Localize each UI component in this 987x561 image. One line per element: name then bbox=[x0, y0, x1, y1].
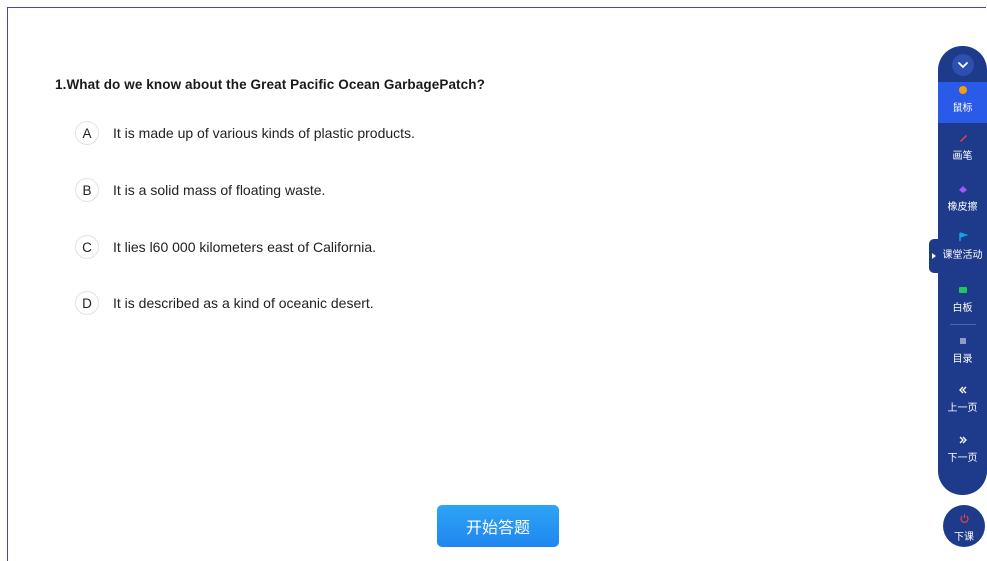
eraser-icon bbox=[938, 184, 987, 196]
tool-catalog[interactable]: 目录 bbox=[938, 336, 987, 365]
flag-icon bbox=[938, 232, 987, 244]
option-letter: D bbox=[75, 291, 99, 315]
end-class-label: 下课 bbox=[954, 532, 974, 543]
whiteboard-icon bbox=[938, 285, 987, 297]
option-text: It is described as a kind of oceanic des… bbox=[113, 295, 374, 311]
option-text: It is made up of various kinds of plasti… bbox=[113, 125, 415, 141]
option-letter: B bbox=[75, 178, 99, 202]
double-chevron-left-icon bbox=[938, 385, 987, 397]
tool-label: 上一页 bbox=[947, 403, 978, 414]
tool-next-page[interactable]: 下一页 bbox=[938, 435, 987, 464]
end-class-button[interactable]: 下课 bbox=[943, 505, 985, 547]
start-answer-button[interactable]: 开始答题 bbox=[437, 505, 559, 547]
option-text: It is a solid mass of floating waste. bbox=[113, 182, 326, 198]
caret-right-icon bbox=[932, 253, 936, 259]
option-b[interactable]: B It is a solid mass of floating waste. bbox=[75, 177, 325, 203]
tool-label: 橡皮擦 bbox=[947, 202, 978, 213]
option-c[interactable]: C It lies l60 000 kilometers east of Cal… bbox=[75, 234, 376, 260]
option-letter: C bbox=[75, 235, 99, 259]
double-chevron-right-icon bbox=[938, 435, 987, 447]
classroom-toolbar: 鼠标 画笔 橡皮擦 课堂活动 白板 目录 上一页 下一页 bbox=[938, 46, 987, 495]
tool-label: 课堂活动 bbox=[942, 250, 983, 261]
list-icon bbox=[938, 336, 987, 348]
tool-label: 目录 bbox=[952, 354, 973, 365]
option-a[interactable]: A It is made up of various kinds of plas… bbox=[75, 120, 415, 146]
power-icon bbox=[943, 513, 985, 525]
option-letter: A bbox=[75, 121, 99, 145]
question-text: 1.What do we know about the Great Pacifi… bbox=[55, 77, 485, 92]
tool-previous-page[interactable]: 上一页 bbox=[938, 385, 987, 414]
hand-icon bbox=[938, 85, 987, 97]
tool-label: 下一页 bbox=[947, 453, 978, 464]
tool-label: 白板 bbox=[952, 303, 973, 314]
tool-pen[interactable]: 画笔 bbox=[938, 133, 987, 162]
chevron-down-icon bbox=[958, 62, 968, 69]
tool-whiteboard[interactable]: 白板 bbox=[938, 285, 987, 314]
tool-class-activity[interactable]: 课堂活动 bbox=[938, 232, 987, 261]
tool-label: 鼠标 bbox=[952, 103, 973, 114]
option-d[interactable]: D It is described as a kind of oceanic d… bbox=[75, 290, 374, 316]
toolbar-collapse-button[interactable] bbox=[952, 54, 974, 76]
pen-icon bbox=[938, 133, 987, 145]
tool-label: 画笔 bbox=[952, 151, 973, 162]
toolbar-divider bbox=[950, 324, 976, 325]
tool-mouse[interactable]: 鼠标 bbox=[938, 82, 987, 123]
option-text: It lies l60 000 kilometers east of Calif… bbox=[113, 239, 377, 255]
tool-eraser[interactable]: 橡皮擦 bbox=[938, 184, 987, 213]
